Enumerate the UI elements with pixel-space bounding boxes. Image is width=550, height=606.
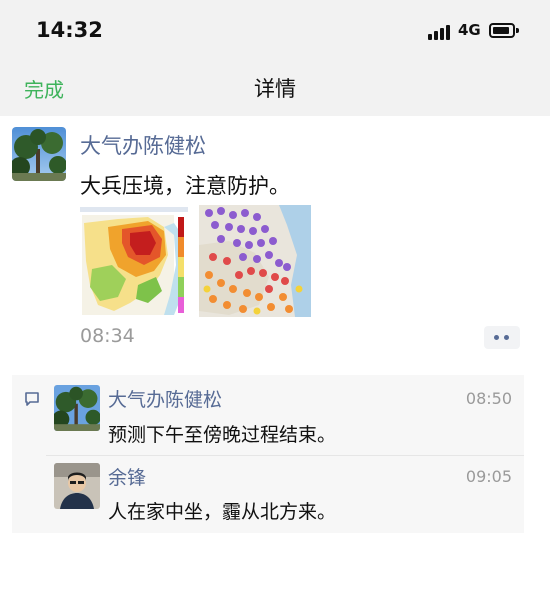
- battery-icon: [489, 23, 519, 38]
- comment-avatar[interactable]: [54, 385, 100, 431]
- comment-author[interactable]: 大气办陈健松: [108, 385, 222, 412]
- status-bar: 14:32 4G: [0, 0, 550, 62]
- network-type: 4G: [458, 21, 481, 39]
- post-author-name[interactable]: 大气办陈健松: [80, 130, 206, 160]
- comment-time: 08:50: [465, 389, 512, 408]
- nav-bar: 完成 详情: [0, 62, 550, 116]
- comment-divider: [46, 455, 524, 456]
- page-title: 详情: [254, 77, 296, 101]
- status-time: 14:32: [36, 18, 103, 42]
- post-text: 大兵压境，注意防护。: [80, 174, 290, 198]
- comment-author[interactable]: 余锋: [108, 463, 146, 490]
- comment-time: 09:05: [465, 467, 512, 486]
- signal-strength-icon: [428, 24, 454, 40]
- air-quality-forecast-map[interactable]: [78, 205, 190, 317]
- comments-section: 大气办陈健松 08:50 预测下午至傍晚过程结束。 余锋 09:05 人在家中坐…: [12, 375, 524, 533]
- more-options-button[interactable]: [484, 326, 520, 349]
- comment-avatar[interactable]: [54, 463, 100, 509]
- author-avatar[interactable]: [12, 127, 66, 181]
- comment-icon: [25, 392, 39, 406]
- comment-text: 预测下午至傍晚过程结束。: [108, 424, 337, 446]
- post-time: 08:34: [80, 325, 135, 347]
- comment-text: 人在家中坐，霾从北方来。: [108, 501, 337, 523]
- aqi-station-map[interactable]: [199, 205, 311, 317]
